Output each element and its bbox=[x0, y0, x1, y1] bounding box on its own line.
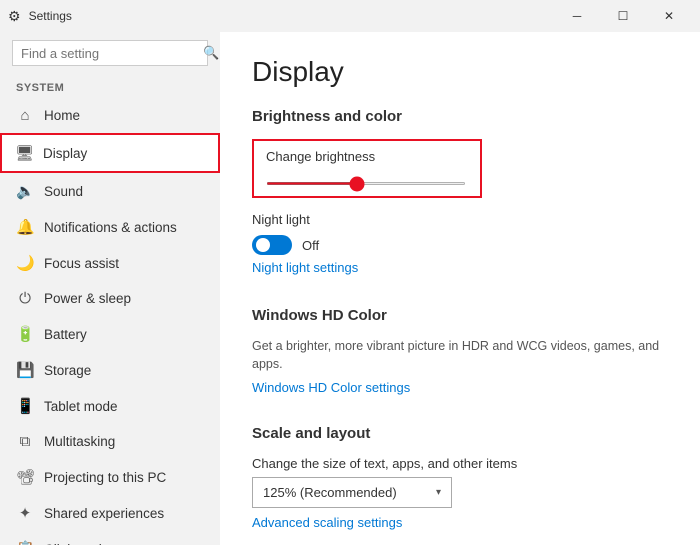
focus-icon: 🌙 bbox=[16, 254, 34, 272]
sidebar-item-storage[interactable]: 💾 Storage bbox=[0, 352, 220, 388]
sidebar-section-label: System bbox=[0, 74, 220, 98]
home-icon: ⌂ bbox=[16, 107, 34, 124]
toggle-knob bbox=[256, 238, 270, 252]
sidebar-item-power[interactable]: ⏻ Power & sleep bbox=[0, 281, 220, 316]
hd-color-section-title: Windows HD Color bbox=[252, 307, 668, 324]
search-input[interactable] bbox=[21, 46, 197, 61]
scale-layout-section-title: Scale and layout bbox=[252, 425, 668, 442]
sidebar-item-sound[interactable]: 🔈 Sound bbox=[0, 173, 220, 209]
minimize-button[interactable]: ─ bbox=[554, 0, 600, 32]
titlebar-left: ⚙ Settings bbox=[8, 8, 72, 25]
sidebar-item-label: Battery bbox=[44, 327, 87, 342]
sidebar-item-label: Display bbox=[43, 146, 87, 161]
search-icon: 🔍 bbox=[203, 45, 219, 61]
titlebar-title: Settings bbox=[29, 9, 72, 23]
hd-color-settings-link[interactable]: Windows HD Color settings bbox=[252, 380, 410, 395]
hd-color-description: Get a brighter, more vibrant picture in … bbox=[252, 338, 668, 373]
multitasking-icon: ⧉ bbox=[16, 433, 34, 450]
advanced-scaling-link[interactable]: Advanced scaling settings bbox=[252, 515, 402, 530]
content-area: Display Brightness and color Change brig… bbox=[220, 32, 700, 545]
sidebar-item-multitasking[interactable]: ⧉ Multitasking bbox=[0, 424, 220, 459]
titlebar-controls: ─ ☐ ✕ bbox=[554, 0, 692, 32]
sidebar-item-label: Power & sleep bbox=[44, 291, 131, 306]
battery-icon: 🔋 bbox=[16, 325, 34, 343]
clipboard-icon: 📋 bbox=[16, 540, 34, 545]
night-light-toggle[interactable] bbox=[252, 235, 292, 255]
tablet-icon: 📱 bbox=[16, 397, 34, 415]
sidebar-item-label: Notifications & actions bbox=[44, 220, 177, 235]
sidebar-item-label: Shared experiences bbox=[44, 506, 164, 521]
brightness-slider[interactable] bbox=[266, 182, 466, 185]
sidebar-item-label: Home bbox=[44, 108, 80, 123]
search-box[interactable]: 🔍 bbox=[12, 40, 208, 66]
sidebar-item-battery[interactable]: 🔋 Battery bbox=[0, 316, 220, 352]
scale-select[interactable]: 125% (Recommended) ▾ bbox=[252, 477, 452, 508]
sidebar-item-label: Storage bbox=[44, 363, 91, 378]
sidebar: 🔍 System ⌂ Home 🖥 Display 🔈 Sound 🔔 Noti… bbox=[0, 32, 220, 545]
night-light-state: Off bbox=[302, 238, 319, 253]
projecting-icon: 📽 bbox=[16, 468, 34, 486]
power-icon: ⏻ bbox=[16, 290, 34, 307]
brightness-color-section-title: Brightness and color bbox=[252, 108, 668, 125]
scale-layout: Change the size of text, apps, and other… bbox=[252, 456, 668, 545]
page-title: Display bbox=[252, 56, 668, 88]
sidebar-item-projecting[interactable]: 📽 Projecting to this PC bbox=[0, 459, 220, 495]
sidebar-item-home[interactable]: ⌂ Home bbox=[0, 98, 220, 133]
night-light-row: Off bbox=[252, 235, 668, 255]
scale-select-value: 125% (Recommended) bbox=[263, 485, 397, 500]
storage-icon: 💾 bbox=[16, 361, 34, 379]
sidebar-item-label: Focus assist bbox=[44, 256, 119, 271]
sidebar-item-label: Clipboard bbox=[44, 542, 102, 545]
notifications-icon: 🔔 bbox=[16, 218, 34, 236]
app-body: 🔍 System ⌂ Home 🖥 Display 🔈 Sound 🔔 Noti… bbox=[0, 32, 700, 545]
sound-icon: 🔈 bbox=[16, 182, 34, 200]
sidebar-item-label: Sound bbox=[44, 184, 83, 199]
sidebar-item-label: Projecting to this PC bbox=[44, 470, 166, 485]
shared-icon: ✦ bbox=[16, 504, 34, 522]
brightness-label: Change brightness bbox=[266, 149, 468, 164]
sidebar-item-label: Tablet mode bbox=[44, 399, 118, 414]
close-button[interactable]: ✕ bbox=[646, 0, 692, 32]
sidebar-item-display[interactable]: 🖥 Display bbox=[0, 133, 220, 173]
night-light-settings-link[interactable]: Night light settings bbox=[252, 260, 358, 275]
sidebar-item-clipboard[interactable]: 📋 Clipboard bbox=[0, 531, 220, 545]
sidebar-item-notifications[interactable]: 🔔 Notifications & actions bbox=[0, 209, 220, 245]
night-light-label: Night light bbox=[252, 212, 668, 227]
scale-size-label: Change the size of text, apps, and other… bbox=[252, 456, 668, 471]
brightness-box: Change brightness bbox=[252, 139, 482, 198]
sidebar-item-focus[interactable]: 🌙 Focus assist bbox=[0, 245, 220, 281]
titlebar: ⚙ Settings ─ ☐ ✕ bbox=[0, 0, 700, 32]
maximize-button[interactable]: ☐ bbox=[600, 0, 646, 32]
sidebar-item-tablet[interactable]: 📱 Tablet mode bbox=[0, 388, 220, 424]
chevron-down-icon: ▾ bbox=[436, 487, 441, 498]
sidebar-item-shared[interactable]: ✦ Shared experiences bbox=[0, 495, 220, 531]
settings-window-icon: ⚙ bbox=[8, 8, 21, 25]
sidebar-item-label: Multitasking bbox=[44, 434, 115, 449]
display-icon: 🖥 bbox=[15, 144, 33, 162]
